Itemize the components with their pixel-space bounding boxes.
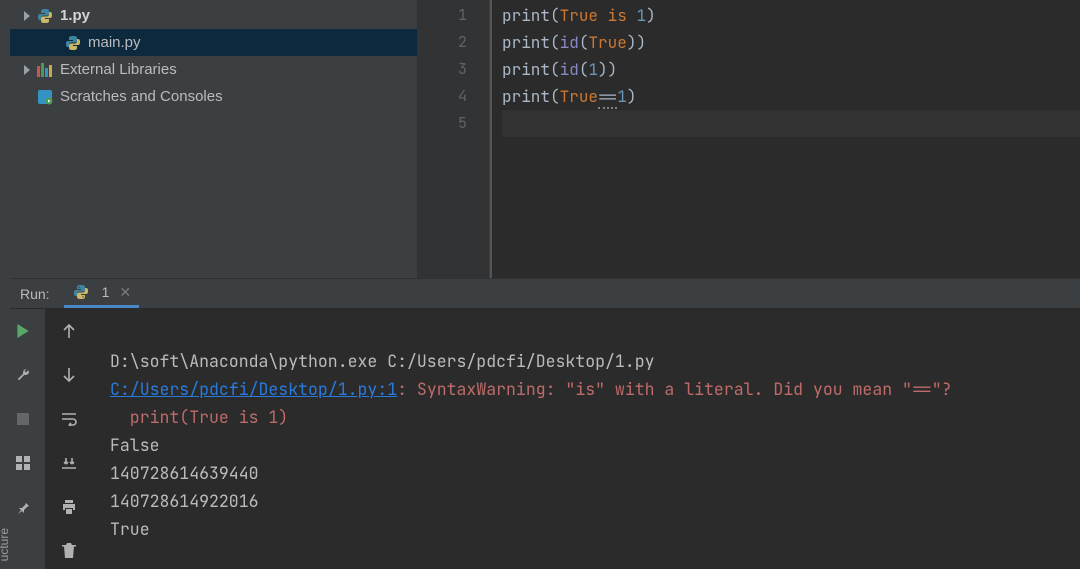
trash-button[interactable] <box>57 539 81 563</box>
run-tab[interactable]: 1 ✕ <box>64 279 140 308</box>
chevron-right-icon[interactable] <box>18 88 36 106</box>
editor-code-area[interactable]: print(True is 1)print(id(True))print(id(… <box>490 0 1080 278</box>
console-warn-prefix: : <box>397 378 417 400</box>
layout-button[interactable] <box>11 451 35 475</box>
project-tree[interactable]: 1.py main.py External Libraries Scratches a… <box>0 0 418 278</box>
tree-item-label: main.py <box>88 34 141 51</box>
line-number[interactable]: 4 <box>418 83 467 110</box>
line-number[interactable]: 1 <box>418 2 467 29</box>
run-toolbar-secondary <box>46 309 92 569</box>
left-tool-strip: ucture <box>0 0 10 569</box>
editor-gutter: 12345 <box>418 0 490 278</box>
python-file-icon <box>36 8 54 24</box>
tree-item-external-libraries[interactable]: External Libraries <box>0 56 417 83</box>
chevron-right-icon[interactable] <box>46 34 64 52</box>
wrench-button[interactable] <box>11 363 35 387</box>
rerun-button[interactable] <box>11 319 35 343</box>
console-out-2: 140728614639440 <box>110 462 259 484</box>
line-number[interactable]: 5 <box>418 110 467 137</box>
soft-wrap-button[interactable] <box>57 407 81 431</box>
down-arrow-button[interactable] <box>57 363 81 387</box>
console-out-1: False <box>110 434 160 456</box>
chevron-right-icon[interactable] <box>18 7 36 25</box>
code-line[interactable]: print(True==1) <box>502 83 1080 110</box>
library-icon <box>36 62 54 78</box>
code-line[interactable]: print(id(1)) <box>502 56 1080 83</box>
run-tab-label: 1 <box>102 284 110 300</box>
tree-item-label: Scratches and Consoles <box>60 88 223 105</box>
chevron-right-icon[interactable] <box>18 61 36 79</box>
up-arrow-button[interactable] <box>57 319 81 343</box>
code-editor[interactable]: 12345 print(True is 1)print(id(True))pri… <box>418 0 1080 278</box>
pin-button[interactable] <box>11 495 35 519</box>
code-line[interactable] <box>502 110 1080 137</box>
close-icon[interactable]: ✕ <box>119 284 131 301</box>
tree-item-label: 1.py <box>60 7 90 24</box>
console-out-3: 140728614922016 <box>110 490 259 512</box>
run-header: Run: 1 ✕ <box>0 279 1080 309</box>
console-cmd: D:\soft\Anaconda\python.exe C:/Users/pdc… <box>110 350 655 372</box>
side-tab-structure[interactable]: ucture <box>0 528 11 561</box>
print-button[interactable] <box>57 495 81 519</box>
python-icon <box>72 284 90 300</box>
console-warn-code: print(True is 1) <box>110 406 288 428</box>
console-out-4: True <box>110 518 150 540</box>
tree-item-scratches-and-consoles[interactable]: Scratches and Consoles <box>0 83 417 110</box>
line-number[interactable]: 3 <box>418 56 467 83</box>
line-number[interactable]: 2 <box>418 29 467 56</box>
code-line[interactable]: print(id(True)) <box>502 29 1080 56</box>
run-label: Run: <box>20 286 50 302</box>
tree-item-1-py[interactable]: 1.py <box>0 2 417 29</box>
run-panel: Run: 1 ✕ <box>0 278 1080 569</box>
code-line[interactable]: print(True is 1) <box>502 2 1080 29</box>
console-warn-msg: SyntaxWarning: "is" with a literal. Did … <box>417 378 952 400</box>
python-file-icon <box>64 35 82 51</box>
console-link[interactable]: C:/Users/pdcfi/Desktop/1.py:1 <box>110 378 397 400</box>
scroll-to-end-button[interactable] <box>57 451 81 475</box>
console-output[interactable]: D:\soft\Anaconda\python.exe C:/Users/pdc… <box>92 309 1080 569</box>
tree-item-label: External Libraries <box>60 61 177 78</box>
scratches-icon <box>36 89 54 105</box>
tree-item-main-py[interactable]: main.py <box>0 29 417 56</box>
stop-button[interactable] <box>11 407 35 431</box>
